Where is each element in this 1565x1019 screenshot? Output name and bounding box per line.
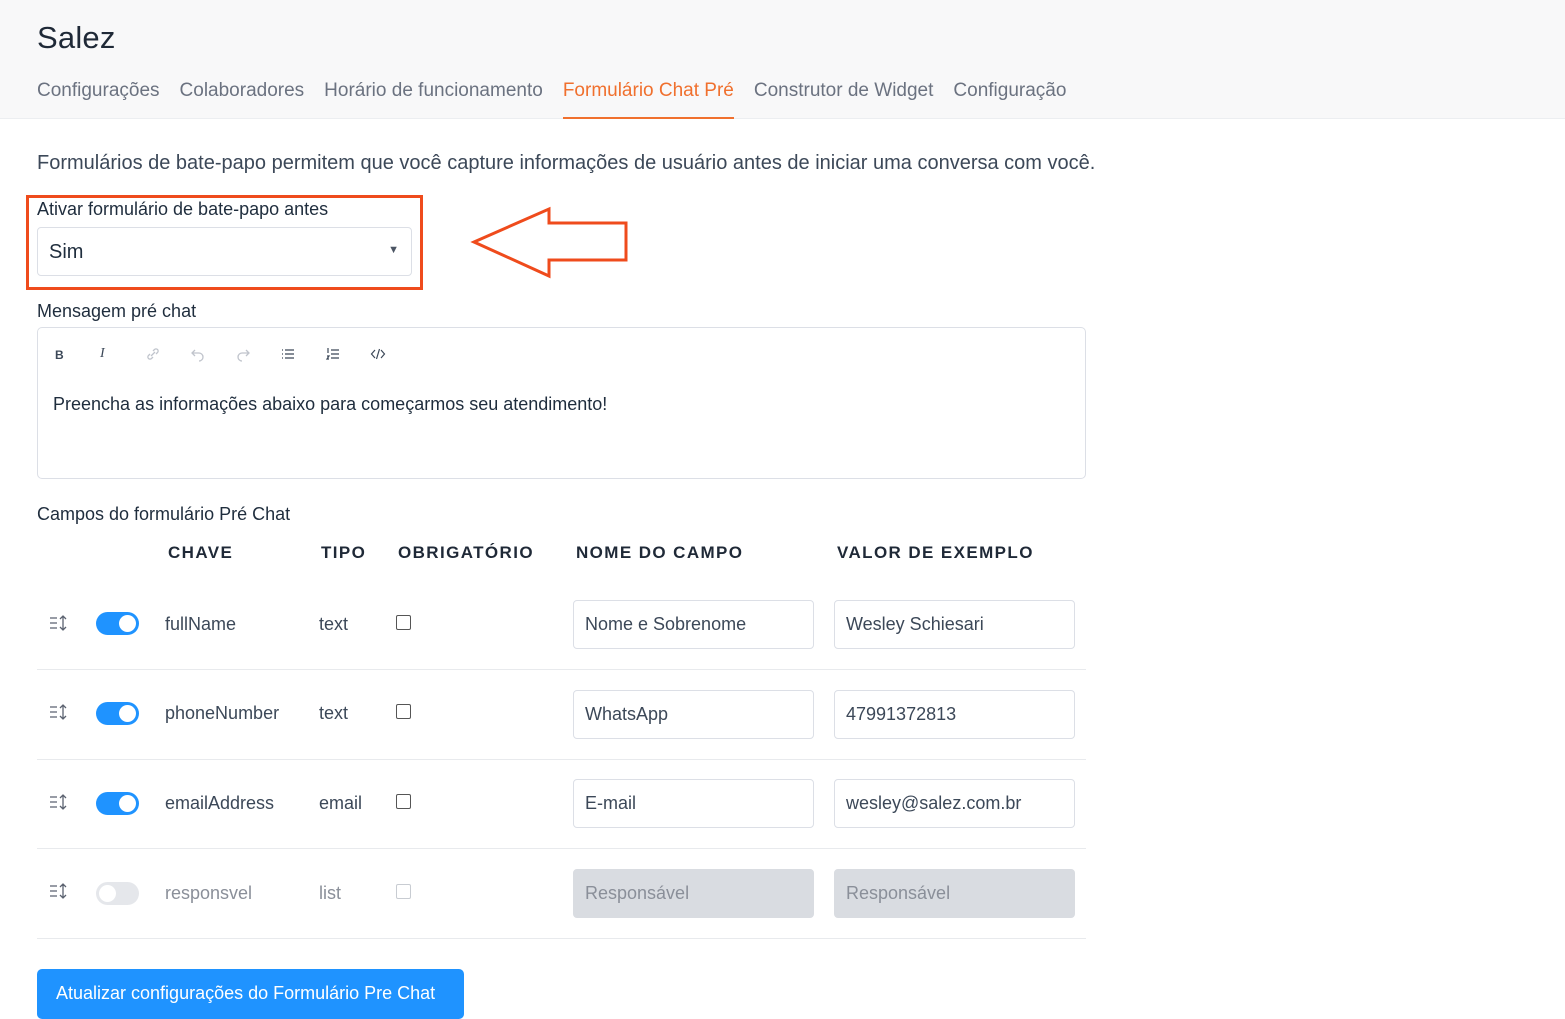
field-enabled-toggle[interactable]	[96, 612, 139, 635]
required-checkbox[interactable]	[396, 615, 411, 630]
field-name-input[interactable]: E-mail	[573, 779, 814, 828]
table-row: emailAddress email E-mail wesley@salez.c…	[37, 759, 1086, 849]
field-enabled-toggle[interactable]	[96, 702, 139, 725]
message-label: Mensagem pré chat	[37, 301, 197, 321]
field-enabled-toggle[interactable]	[96, 882, 139, 905]
tab-colaboradores[interactable]: Colaboradores	[180, 78, 305, 119]
tab-construtor-widget[interactable]: Construtor de Widget	[754, 78, 934, 119]
toggle-knob	[119, 705, 136, 722]
field-key: fullName	[165, 614, 237, 634]
example-value-input[interactable]: wesley@salez.com.br	[834, 779, 1075, 828]
field-type: list	[319, 883, 341, 903]
tab-configuracoes[interactable]: Configurações	[37, 78, 160, 119]
required-checkbox[interactable]	[396, 794, 411, 809]
header-example: VALOR DE EXEMPLO	[837, 543, 1034, 562]
example-value-input[interactable]: Responsável	[834, 869, 1075, 918]
field-name-input[interactable]: WhatsApp	[573, 690, 814, 739]
drag-handle-icon[interactable]	[49, 613, 69, 633]
pre-chat-message-text: Preencha as informações abaixo para come…	[53, 394, 608, 414]
field-type: text	[319, 614, 349, 634]
app-title: Salez	[37, 20, 116, 55]
example-value-input[interactable]: 47991372813	[834, 690, 1075, 739]
ordered-list-icon[interactable]	[322, 346, 367, 366]
field-type: email	[319, 793, 363, 813]
table-row: responsvel list Responsável Responsável	[37, 849, 1086, 939]
enable-form-value: Sim	[49, 241, 84, 263]
link-icon[interactable]	[142, 346, 187, 366]
field-key: responsvel	[165, 883, 253, 903]
update-pre-chat-form-button[interactable]: Atualizar configurações do Formulário Pr…	[37, 969, 464, 1019]
field-key: emailAddress	[165, 793, 275, 813]
annotation-arrow-icon	[470, 206, 628, 279]
page-header: Salez Configurações Colaboradores Horári…	[0, 0, 1565, 119]
enable-form-select[interactable]: Sim ▼	[37, 227, 412, 276]
tab-configuracao[interactable]: Configuração	[953, 78, 1066, 119]
header-type: TIPO	[321, 543, 367, 562]
field-name-input[interactable]: Nome e Sobrenome	[573, 600, 814, 649]
intro-text: Formulários de bate-papo permitem que vo…	[37, 152, 1096, 174]
toggle-knob	[99, 885, 116, 902]
drag-handle-icon[interactable]	[49, 881, 69, 901]
tab-bar: Configurações Colaboradores Horário de f…	[37, 78, 1086, 119]
field-key: phoneNumber	[165, 703, 280, 723]
caret-down-icon: ▼	[388, 244, 399, 256]
italic-icon[interactable]: I	[97, 346, 142, 366]
code-icon[interactable]	[367, 346, 412, 366]
fields-label: Campos do formulário Pré Chat	[37, 504, 291, 524]
bold-icon[interactable]: B	[52, 346, 97, 366]
field-name-input[interactable]: Responsável	[573, 869, 814, 918]
undo-icon[interactable]	[187, 346, 232, 366]
enable-form-label: Ativar formulário de bate-papo antes	[37, 199, 329, 219]
toggle-knob	[119, 615, 136, 632]
drag-handle-icon[interactable]	[49, 792, 69, 812]
redo-icon[interactable]	[232, 346, 277, 366]
field-enabled-toggle[interactable]	[96, 792, 139, 815]
table-row: phoneNumber text WhatsApp 47991372813	[37, 670, 1086, 760]
pre-chat-message-editor[interactable]: B I Preencha as informações abaixo para …	[37, 327, 1086, 479]
toggle-knob	[119, 795, 136, 812]
header-required: OBRIGATÓRIO	[398, 543, 534, 562]
tab-formulario-chat-pre[interactable]: Formulário Chat Pré	[562, 78, 734, 119]
header-key: CHAVE	[168, 543, 234, 562]
table-row: fullName text Nome e Sobrenome Wesley Sc…	[37, 580, 1086, 670]
required-checkbox[interactable]	[396, 884, 411, 899]
bullet-list-icon[interactable]	[277, 346, 322, 366]
drag-handle-icon[interactable]	[49, 702, 69, 722]
editor-toolbar: B I	[52, 346, 412, 366]
tab-horario[interactable]: Horário de funcionamento	[324, 78, 543, 119]
example-value-input[interactable]: Wesley Schiesari	[834, 600, 1075, 649]
required-checkbox[interactable]	[396, 704, 411, 719]
field-type: text	[319, 703, 349, 723]
header-field-name: NOME DO CAMPO	[576, 543, 744, 562]
